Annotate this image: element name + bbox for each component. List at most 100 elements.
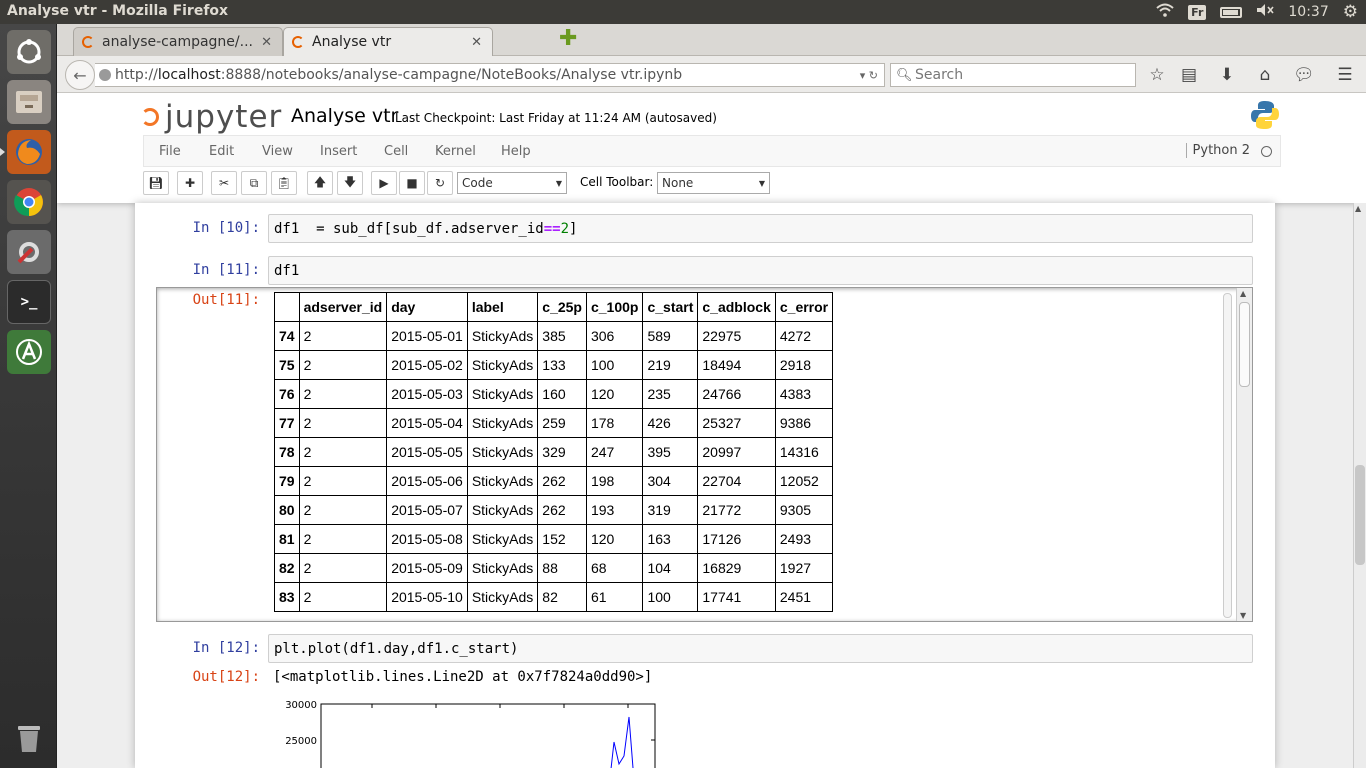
table-cell: 163: [642, 524, 699, 554]
trash-icon[interactable]: [7, 716, 51, 760]
menu-edit[interactable]: Edit: [209, 144, 234, 159]
menu-help[interactable]: Help: [501, 144, 531, 159]
page-scrollbar[interactable]: ▲: [1353, 203, 1366, 768]
settings-gear-icon[interactable]: ⚙: [1343, 2, 1358, 22]
table-cell: 120: [585, 379, 644, 409]
column-header: c_error: [774, 292, 834, 322]
reload-icon[interactable]: ▾ ↻: [860, 69, 878, 82]
url-bar[interactable]: http://localhost:8888/notebooks/analyse-…: [95, 63, 885, 87]
table-cell: 2015-05-08: [386, 524, 468, 554]
table-row: 80 2 2015-05-07 StickyAds 262 193 319 21772 9305: [274, 495, 834, 525]
menu-kernel[interactable]: Kernel: [435, 144, 476, 159]
jupyter-logo[interactable]: jupyter: [141, 99, 282, 135]
chrome-icon[interactable]: [7, 180, 51, 224]
restart-icon[interactable]: ↻: [427, 171, 453, 195]
stop-square-icon[interactable]: ■: [399, 171, 425, 195]
paste-icon[interactable]: 📋︎: [271, 171, 297, 195]
dataframe-output-scroll-area[interactable]: adserver_id day label c_25p c_100p c_sta…: [156, 287, 1253, 622]
row-index-cell: 78: [274, 437, 300, 467]
scrollbar-thumb[interactable]: [1239, 302, 1250, 387]
clock[interactable]: 10:37: [1288, 4, 1328, 20]
scrollbar-thumb[interactable]: [1355, 465, 1365, 565]
table-cell: 2015-05-07: [386, 495, 468, 525]
column-header: day: [386, 292, 468, 322]
table-cell: 304: [642, 466, 699, 496]
table-cell: 2: [298, 379, 388, 409]
url-host: localhost: [157, 67, 221, 83]
bookmark-star-icon[interactable]: ☆: [1147, 65, 1167, 85]
move-down-arrow-icon[interactable]: 🡇: [337, 171, 363, 195]
table-cell: 2918: [774, 350, 834, 380]
cell-type-select[interactable]: Code ▼: [457, 172, 567, 194]
copy-icon[interactable]: ⧉: [241, 171, 267, 195]
column-header: label: [466, 292, 539, 322]
keyboard-layout-indicator[interactable]: Fr: [1188, 4, 1207, 20]
browser-tab-label: Analyse vtr: [312, 34, 392, 50]
jupyter-favicon-icon: [292, 36, 304, 48]
download-arrow-icon[interactable]: ⬇: [1217, 65, 1237, 85]
software-updater-icon[interactable]: [7, 330, 51, 374]
system-settings-icon[interactable]: [7, 230, 51, 274]
chat-bubble-icon[interactable]: 💬︎: [1293, 65, 1315, 85]
close-tab-icon[interactable]: ✕: [261, 35, 272, 50]
back-arrow-icon[interactable]: ←: [65, 60, 95, 90]
output-outer-scrollbar[interactable]: ▲ ▼: [1236, 288, 1252, 621]
cell-toolbar-select[interactable]: None ▼: [657, 172, 770, 194]
y-tick-label: 30000: [285, 700, 317, 711]
row-index-cell: 82: [274, 553, 300, 583]
menu-view[interactable]: View: [262, 144, 293, 159]
battery-icon[interactable]: [1220, 6, 1243, 18]
menu-file[interactable]: File: [159, 144, 181, 159]
ubuntu-dash-icon[interactable]: [7, 30, 51, 74]
browser-tab-analyse-vtr[interactable]: Analyse vtr ✕: [283, 27, 493, 56]
system-tray: Fr 10:37 ⚙: [1156, 0, 1366, 24]
url-path: :8888/notebooks/analyse-campagne/NoteBoo…: [220, 67, 683, 83]
browser-tab-analyse-campagne[interactable]: analyse-campagne/... ✕: [73, 27, 283, 56]
hamburger-menu-icon[interactable]: ☰: [1335, 65, 1355, 85]
jupyter-logo-icon: [141, 108, 159, 126]
table-cell: 100: [642, 582, 699, 612]
close-tab-icon[interactable]: ✕: [471, 35, 482, 50]
file-manager-icon[interactable]: [7, 80, 51, 124]
code-cell-input[interactable]: df1 = sub_df[sub_df.adserver_id==2]: [268, 214, 1253, 243]
input-prompt: In [12]:: [192, 640, 260, 656]
code-cell-input[interactable]: df1: [268, 256, 1253, 285]
browser-tab-label: analyse-campagne/...: [102, 34, 253, 50]
menu-cell[interactable]: Cell: [384, 144, 408, 159]
table-cell: StickyAds: [466, 553, 539, 583]
volume-muted-icon[interactable]: [1256, 3, 1275, 21]
new-tab-plus-icon[interactable]: ✚: [559, 28, 577, 50]
scroll-up-arrow-icon[interactable]: ▲: [1355, 204, 1361, 213]
terminal-icon[interactable]: >_: [7, 280, 51, 324]
reading-list-icon[interactable]: ▤: [1179, 65, 1199, 85]
scroll-down-arrow-icon[interactable]: ▼: [1240, 611, 1246, 620]
notebook-name[interactable]: Analyse vtr: [291, 105, 398, 127]
table-cell: 61: [585, 582, 644, 612]
menu-insert[interactable]: Insert: [320, 144, 357, 159]
column-header: c_100p: [585, 292, 644, 322]
code-cell-input[interactable]: plt.plot(df1.day,df1.c_start): [268, 634, 1253, 663]
table-cell: 2015-05-06: [386, 466, 468, 496]
output-scrollbar[interactable]: [1223, 293, 1232, 618]
move-up-arrow-icon[interactable]: 🡅: [307, 171, 333, 195]
table-cell: 16829: [697, 553, 776, 583]
scroll-up-arrow-icon[interactable]: ▲: [1240, 289, 1246, 298]
code-text: plt.plot(df1.day,df1.c_start): [274, 641, 519, 657]
table-cell: 178: [585, 408, 644, 438]
globe-icon[interactable]: [99, 69, 111, 81]
url-prefix: http://: [115, 67, 158, 83]
search-bar[interactable]: 🔍︎ Search: [890, 63, 1136, 87]
table-cell: 21772: [697, 495, 776, 525]
plot-axes-frame: [320, 703, 656, 768]
home-icon[interactable]: ⌂: [1255, 65, 1275, 85]
firefox-icon[interactable]: [0, 130, 51, 174]
cut-scissors-icon[interactable]: ✂: [211, 171, 237, 195]
row-index-cell: 83: [274, 582, 300, 612]
jupyter-header: jupyter Analyse vtr Last Checkpoint: Las…: [57, 93, 1366, 203]
run-play-icon[interactable]: ▶: [371, 171, 397, 195]
insert-cell-plus-icon[interactable]: ✚: [177, 171, 203, 195]
save-icon[interactable]: 💾︎: [143, 171, 169, 195]
table-cell: 22975: [697, 321, 776, 351]
wifi-icon[interactable]: [1156, 3, 1174, 21]
cell-toolbar-label: Cell Toolbar:: [580, 175, 654, 189]
